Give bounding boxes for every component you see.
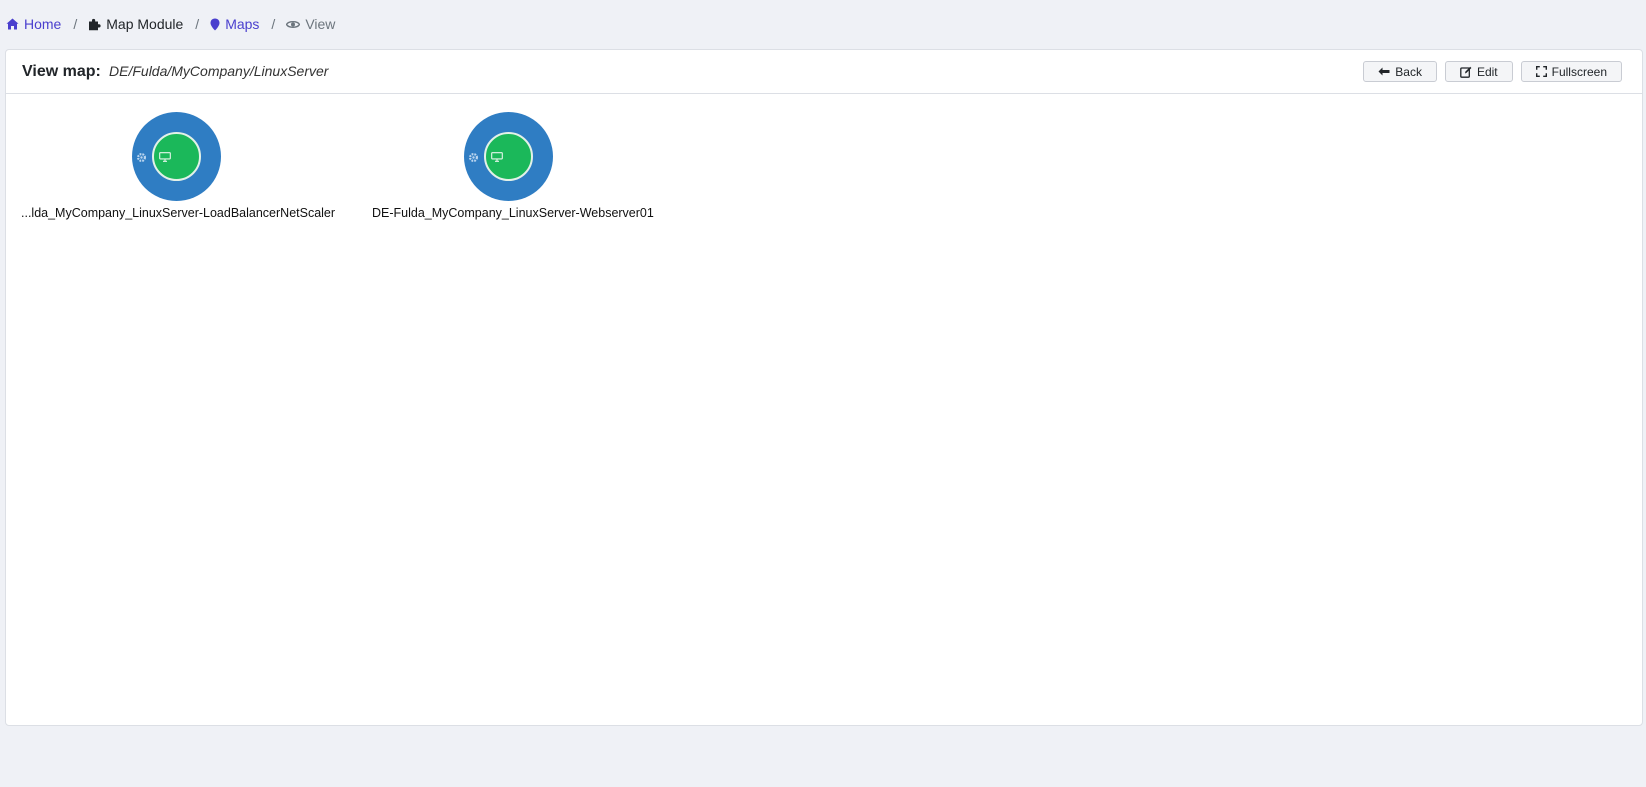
breadcrumb-map-module-label: Map Module <box>106 16 184 32</box>
edit-button[interactable]: Edit <box>1444 61 1513 82</box>
breadcrumb: Home / Map Module / Maps / View <box>6 14 335 34</box>
card-header: View map: DE/Fulda/MyCompany/LinuxServer… <box>6 50 1642 94</box>
breadcrumb-home[interactable]: Home <box>6 16 61 32</box>
expand-icon <box>1535 66 1547 77</box>
fullscreen-button[interactable]: Fullscreen <box>1520 61 1622 82</box>
breadcrumb-home-label: Home <box>24 16 62 32</box>
page-title: View map: DE/Fulda/MyCompany/LinuxServer <box>22 63 328 81</box>
fullscreen-button-label: Fullscreen <box>1551 64 1607 79</box>
node-status-ring <box>464 112 553 201</box>
breadcrumb-maps[interactable]: Maps <box>210 16 259 32</box>
breadcrumb-separator: / <box>271 16 276 32</box>
home-icon <box>6 18 19 30</box>
node-label: DE-Fulda_MyCompany_LinuxServer-Webserver… <box>372 206 654 220</box>
map-marker-icon <box>210 18 220 31</box>
breadcrumb-current-label: View <box>305 16 336 32</box>
breadcrumb-separator: / <box>73 16 78 32</box>
edit-icon <box>1460 66 1472 78</box>
map-view-card: View map: DE/Fulda/MyCompany/LinuxServer… <box>5 49 1643 726</box>
gear-icon <box>468 150 479 168</box>
node-status-circle <box>152 132 201 181</box>
page-title-label: View map: <box>22 62 101 80</box>
arrow-left-icon <box>1378 67 1390 76</box>
gear-icon <box>136 150 147 168</box>
desktop-icon <box>159 149 171 167</box>
back-button-label: Back <box>1395 64 1422 79</box>
desktop-icon <box>491 149 503 167</box>
breadcrumb-current: View <box>286 16 335 32</box>
header-actions: Back Edit Fullscreen <box>1363 61 1622 82</box>
breadcrumb-map-module: Map Module <box>88 16 183 32</box>
puzzle-icon <box>88 18 101 31</box>
eye-icon <box>286 19 301 30</box>
node-status-circle <box>484 132 533 181</box>
node-label: ...lda_MyCompany_LinuxServer-LoadBalance… <box>21 206 336 220</box>
node-status-ring <box>132 112 221 201</box>
breadcrumb-maps-label: Maps <box>225 16 260 32</box>
back-button[interactable]: Back <box>1363 61 1437 82</box>
breadcrumb-separator: / <box>195 16 200 32</box>
map-name: DE/Fulda/MyCompany/LinuxServer <box>109 62 329 79</box>
map-canvas: ...lda_MyCompany_LinuxServer-LoadBalance… <box>6 94 1642 724</box>
edit-button-label: Edit <box>1476 64 1498 79</box>
